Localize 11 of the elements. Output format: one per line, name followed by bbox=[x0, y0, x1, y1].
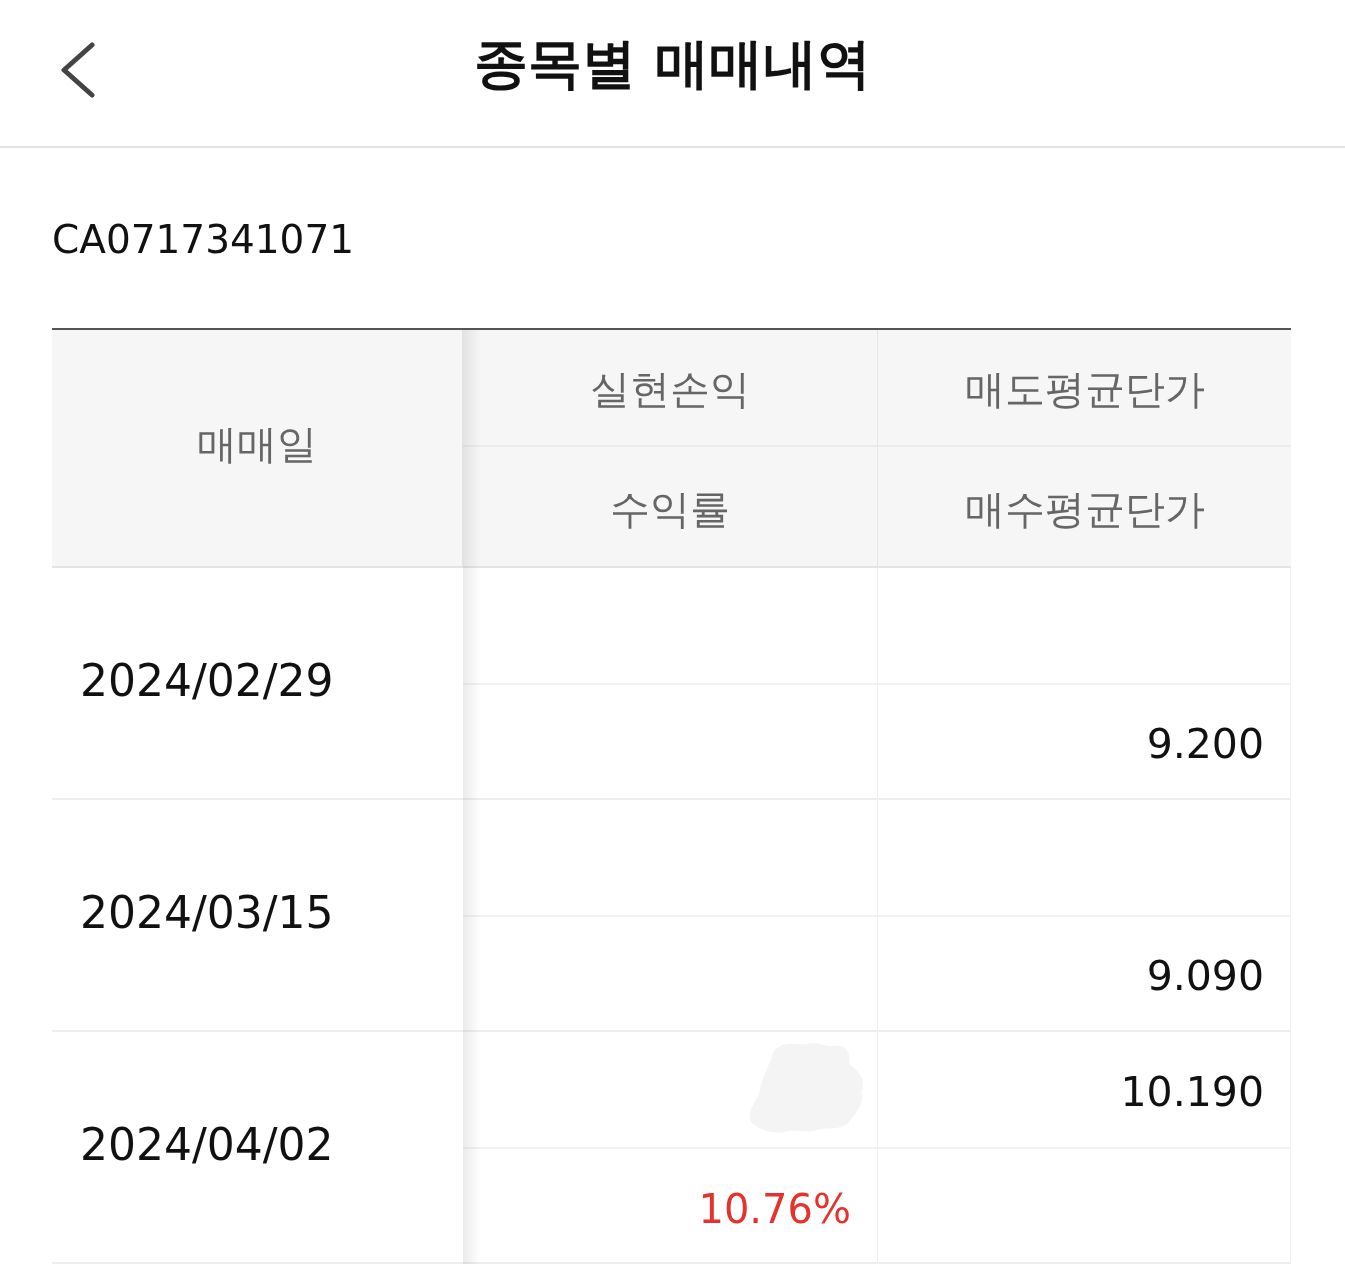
trade-date: 2024/04/02 bbox=[80, 1119, 334, 1171]
chevron-left-icon bbox=[60, 42, 96, 98]
back-button[interactable] bbox=[58, 40, 98, 100]
sell-average-price: 10.190 bbox=[1120, 1066, 1264, 1117]
buy-average-price: 9.200 bbox=[1146, 718, 1264, 769]
trade-date: 2024/02/29 bbox=[80, 655, 334, 707]
page-title: 종목별 매매내역 bbox=[474, 34, 871, 94]
isin-code: CA0717341071 bbox=[52, 218, 355, 262]
trade-date: 2024/03/15 bbox=[80, 887, 334, 939]
buy-average-price: 9.090 bbox=[1146, 950, 1264, 1001]
return-rate: 10.76% bbox=[698, 1184, 851, 1232]
